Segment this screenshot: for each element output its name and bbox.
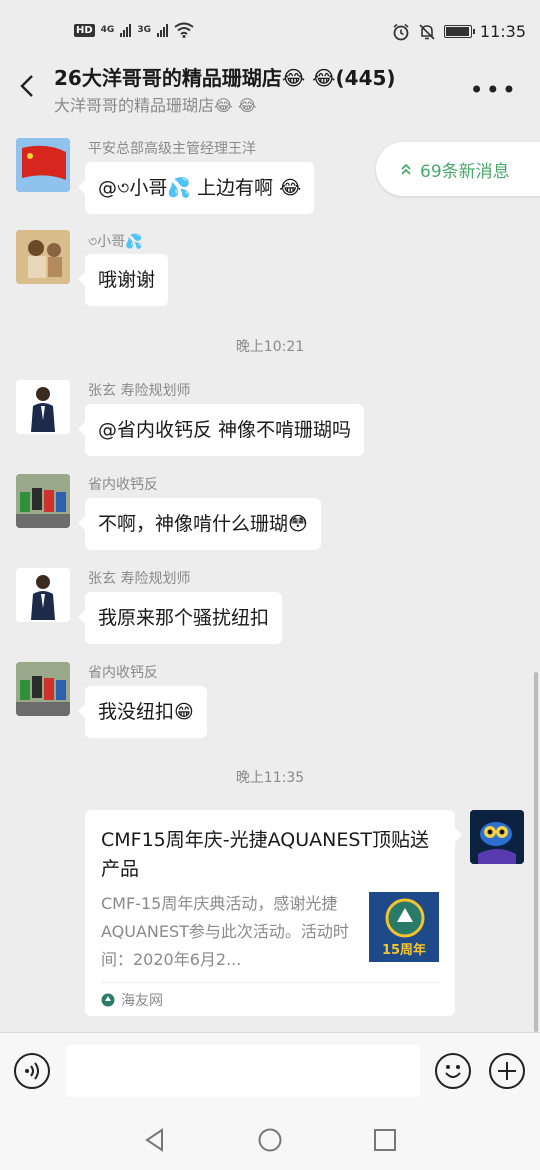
smiley-icon [445,1065,461,1078]
network-label-2: 3G [137,25,151,35]
fish-avatar-image [470,810,524,864]
sender-name: 张玄 寿险规划师 [88,383,191,399]
flag-avatar-image [16,138,70,192]
thumb-label: 15周年 [382,942,426,958]
battery-icon [443,25,475,38]
nav-back-icon[interactable] [142,1127,168,1153]
hd-icon: HD [74,23,95,37]
signal-icon-2 [156,23,168,37]
timestamp: 晚上10:21 [235,339,305,355]
message-bubble[interactable]: @৩小哥💦 上边有啊 😂 [77,162,315,214]
new-messages-button[interactable]: 69条新消息 [376,142,540,196]
card-thumbnail: 15周年 [369,892,439,962]
message-bubble[interactable]: @省内收钙反 神像不啃珊瑚吗 [77,404,365,456]
message-bubble[interactable]: 不啊，神像啃什么珊瑚😳 [78,498,321,550]
voice-button[interactable] [14,1053,50,1089]
suit-avatar-image [16,568,70,622]
message-text: @৩小哥💦 上边有啊 [98,177,274,199]
avatar[interactable] [16,230,70,284]
message-input[interactable] [66,1045,420,1097]
card-source: 海友网 [101,990,163,1010]
photo-avatar-image [16,230,70,284]
chat-title: 26大洋哥哥的精品珊瑚店😂 😂(445) [54,66,396,90]
avatar[interactable] [16,380,70,434]
signal-icon [120,23,132,37]
double-chevron-up-icon [401,163,411,175]
scrollbar[interactable] [534,672,538,1032]
alarm-icon [393,23,409,40]
avatar[interactable] [16,474,70,528]
suit-avatar-image [16,380,70,434]
voice-icon [25,1062,39,1080]
plus-icon [498,1062,516,1080]
sender-name: ৩小哥💦 [88,234,143,250]
timestamp: 晚上11:35 [235,770,305,786]
wifi-icon [174,22,194,38]
status-left: HD 4G 3G [74,22,194,38]
avatar[interactable] [16,568,70,622]
clock: 11:35 [479,22,526,41]
link-share-card[interactable]: CMF15周年庆-光捷AQUANEST顶贴送产品 CMF-15周年庆典活动，感谢… [85,810,462,1016]
new-messages-label: 69条新消息 [420,161,510,182]
mute-icon [419,23,435,40]
message-bubble[interactable]: 哦谢谢 [77,254,169,306]
chat-area[interactable]: 平安总部高级主管经理王洋 @৩小哥💦 上边有啊 😂 69条新消息 ৩小哥💦 哦谢… [0,116,540,1032]
more-actions-button[interactable] [489,1053,525,1089]
chat-subtitle: 大洋哥哥的精品珊瑚店😂 😂 [54,96,257,115]
more-icon[interactable]: ••• [470,76,518,104]
my-avatar[interactable] [470,810,524,864]
avatar[interactable] [16,662,70,716]
sender-name: 平安总部高级主管经理王洋 [88,141,256,157]
status-right: 11:35 [392,22,526,41]
battery-fill [445,27,470,36]
avatar[interactable] [16,138,70,192]
runners-avatar-image [16,662,70,716]
anniversary-logo-image: 15周年 [369,892,439,962]
back-button[interactable] [14,72,42,100]
card-divider [101,982,439,983]
source-logo-icon [101,993,115,1007]
sender-name: 省内收钙反 [88,665,158,681]
runners-avatar-image [16,474,70,528]
sender-name: 省内收钙反 [88,477,158,493]
network-label-1: 4G [100,25,115,35]
card-title: CMF15周年庆-光捷AQUANEST顶贴送产品 [101,829,430,880]
message-bubble[interactable]: 我原来那个骚扰纽扣 [77,592,283,644]
emoji-button[interactable] [435,1053,471,1089]
card-description: CMF-15周年庆典活动，感谢光捷AQUANEST参与此次活动。活动时间：202… [101,894,349,969]
nav-recents-icon[interactable] [372,1127,398,1153]
status-bar: HD 4G 3G 11:35 [0,0,540,64]
input-bar [0,1032,540,1112]
sender-name: 张玄 寿险规划师 [88,571,191,587]
message-bubble[interactable]: 我没纽扣😁 [78,686,207,738]
message-emoji: 😂 [279,177,302,199]
chat-header: 26大洋哥哥的精品珊瑚店😂 😂(445) 大洋哥哥的精品珊瑚店😂 😂 ••• [0,56,540,116]
card-source-label: 海友网 [121,993,163,1009]
nav-home-icon[interactable] [257,1127,283,1153]
system-nav-bar [0,1112,540,1170]
